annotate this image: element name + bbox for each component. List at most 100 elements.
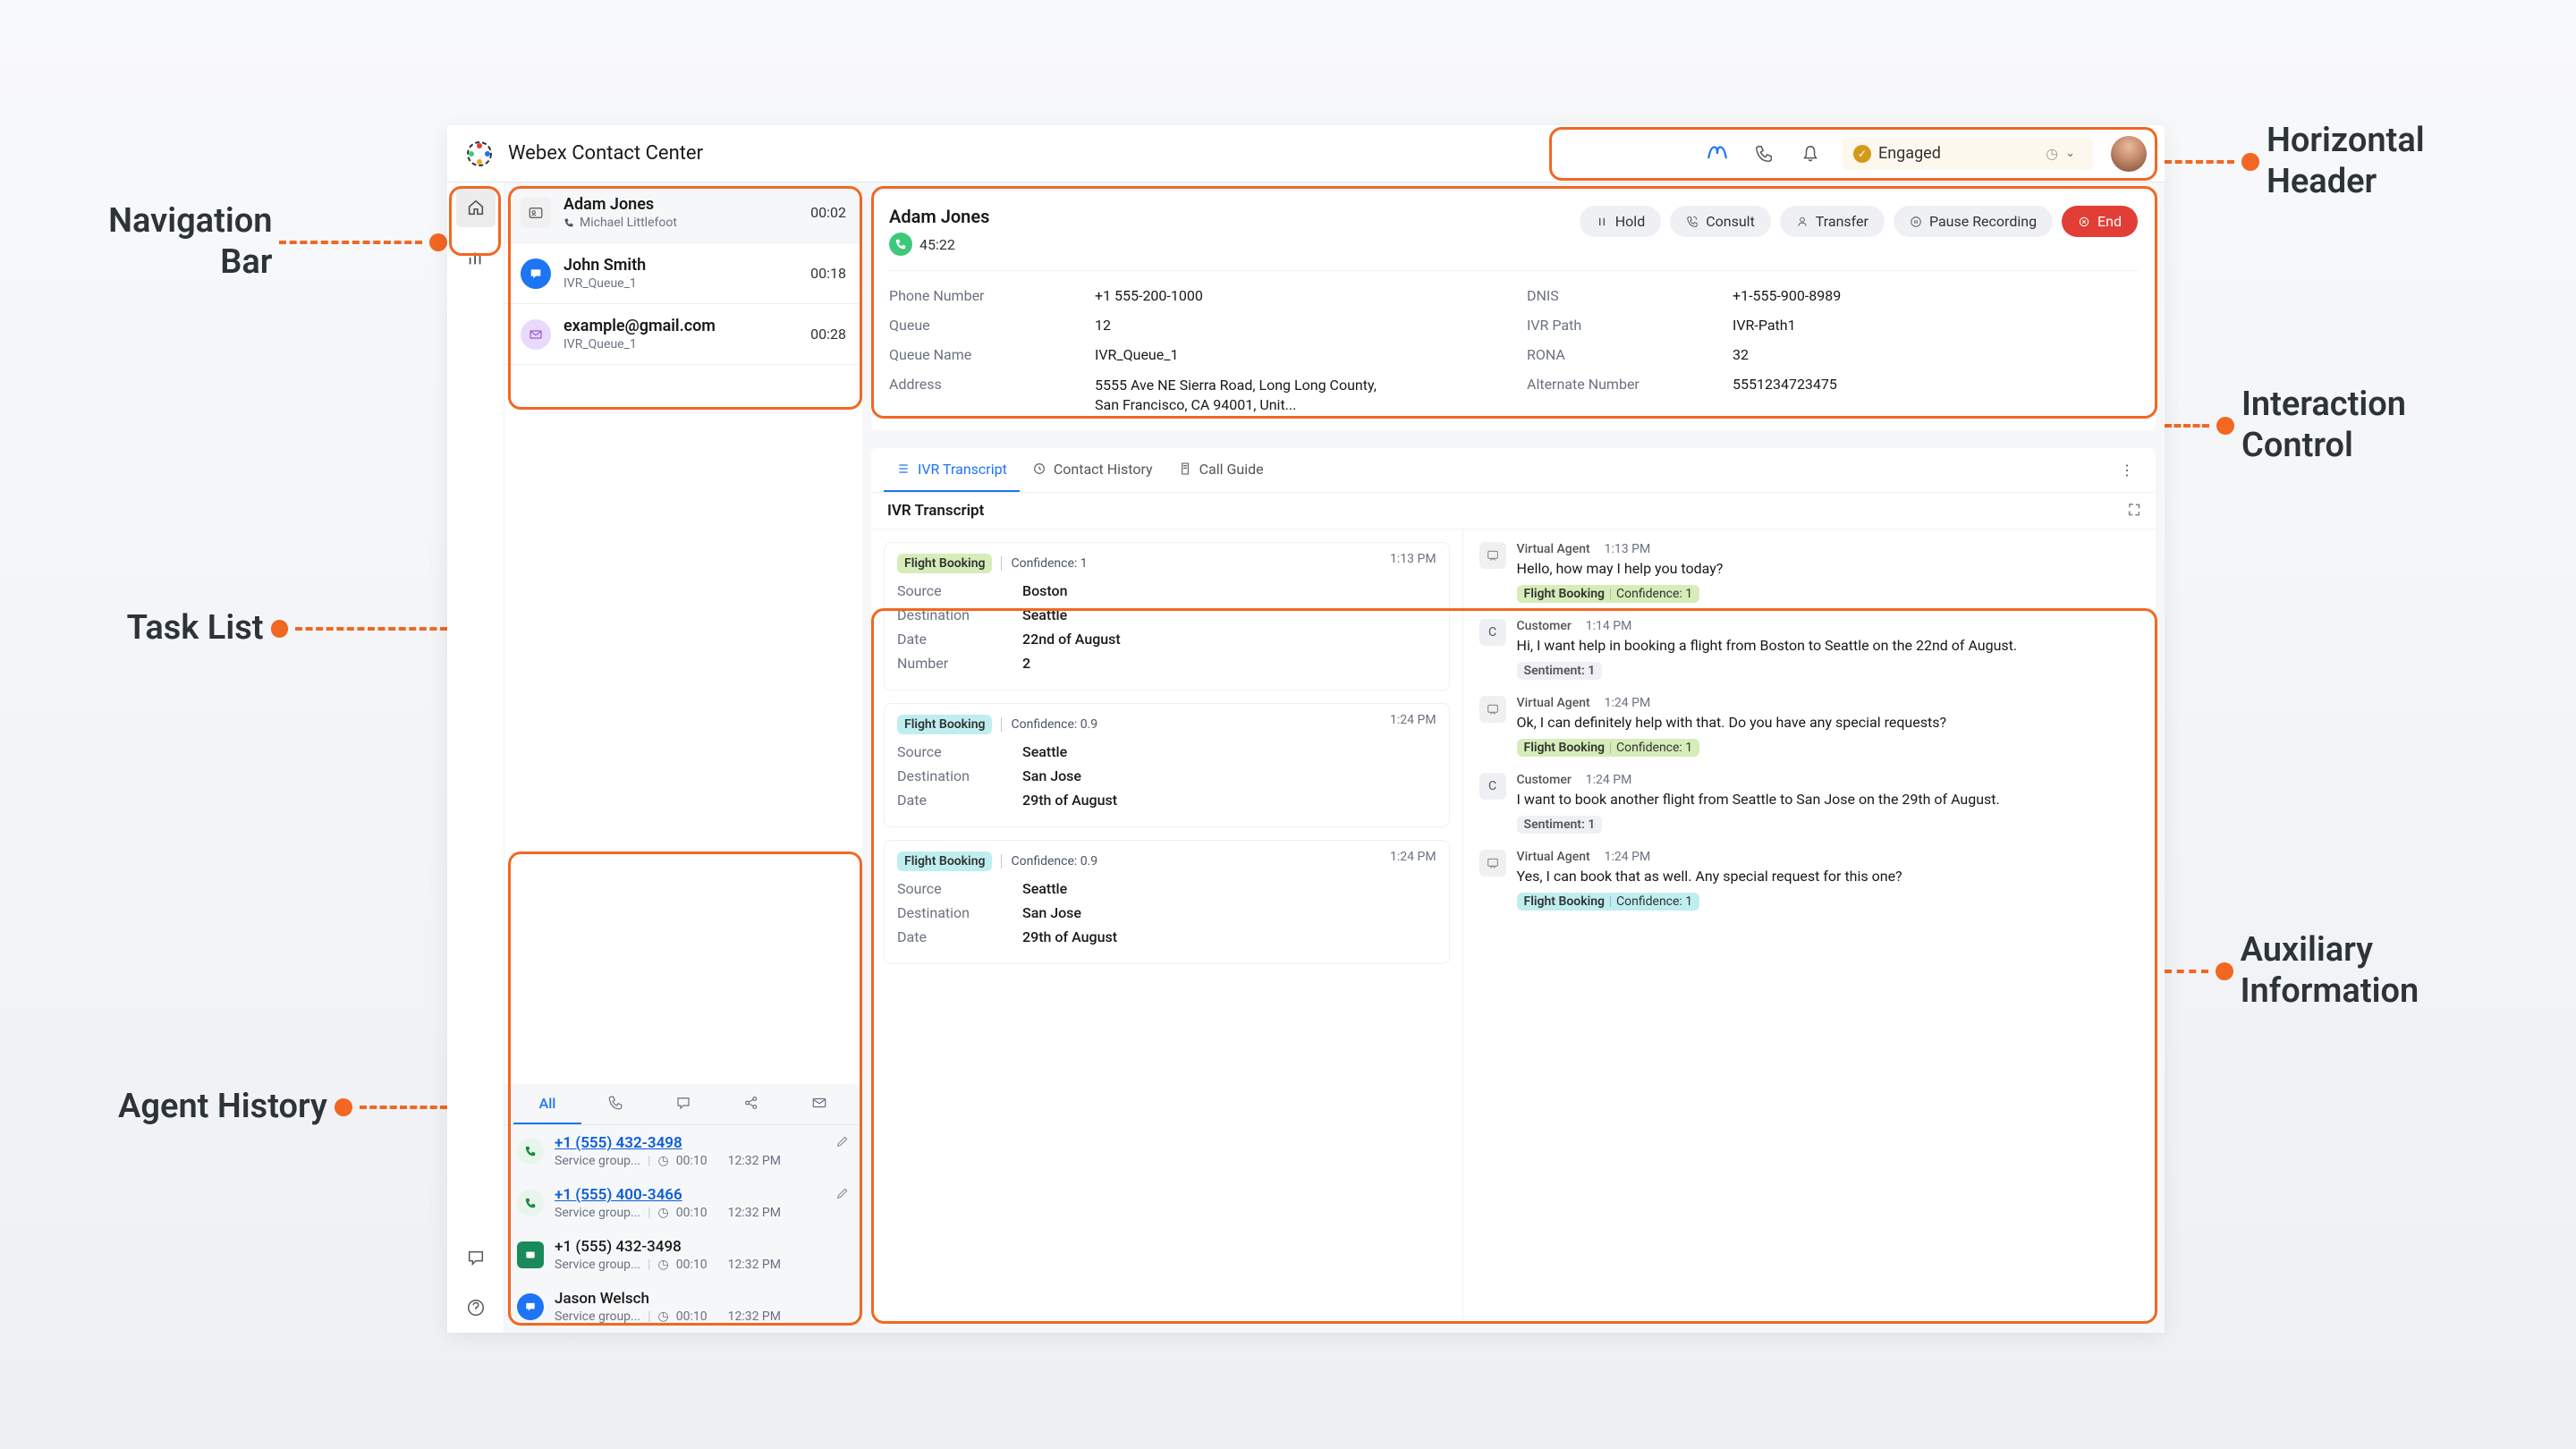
field-label: Address bbox=[889, 376, 1068, 416]
tab-call-guide[interactable]: Call Guide bbox=[1165, 448, 1276, 492]
pause-recording-button[interactable]: Pause Recording bbox=[1894, 206, 2053, 237]
history-time: 12:32 PM bbox=[728, 1206, 781, 1220]
consult-button[interactable]: Consult bbox=[1670, 206, 1771, 237]
field-value: +1 555-200-1000 bbox=[1095, 287, 1500, 304]
annotation-interaction-label: Interaction Control bbox=[2241, 385, 2429, 466]
webex-icon[interactable] bbox=[1703, 140, 1732, 168]
sentiment-pill: Sentiment: 1 bbox=[1517, 816, 1603, 834]
ivr-card-time: 1:24 PM bbox=[1390, 850, 1436, 864]
ivr-card[interactable]: 1:24 PM Flight BookingConfidence: 0.9Sou… bbox=[884, 703, 1450, 827]
history-time: 12:32 PM bbox=[728, 1154, 781, 1168]
expand-icon[interactable]: ⛶ bbox=[2129, 502, 2140, 520]
msg-text: Yes, I can book that as well. Any specia… bbox=[1517, 868, 2140, 885]
kebab-menu-icon[interactable]: ⋮ bbox=[2111, 453, 2143, 487]
kv-value: 29th of August bbox=[1022, 792, 1117, 809]
transfer-button[interactable]: Transfer bbox=[1780, 206, 1885, 237]
conversation-message: CCustomer1:14 PMHi, I want help in booki… bbox=[1479, 619, 2140, 680]
contact-card-icon bbox=[521, 198, 551, 228]
msg-time: 1:24 PM bbox=[1605, 850, 1651, 864]
nav-chat[interactable] bbox=[456, 1238, 496, 1277]
intent-pill: Flight Booking bbox=[897, 554, 992, 573]
task-list-panel: Adam Jones Michael Littlefoot 00:02 John… bbox=[504, 182, 862, 1333]
ivr-card[interactable]: 1:24 PM Flight BookingConfidence: 0.9Sou… bbox=[884, 840, 1450, 964]
task-sub: IVR_Queue_1 bbox=[564, 337, 637, 352]
task-sub: Michael Littlefoot bbox=[580, 216, 677, 230]
virtual-agent-avatar-icon bbox=[1479, 696, 1506, 723]
field-value: +1-555-900-8989 bbox=[1733, 287, 2138, 304]
history-sub: Service group... bbox=[555, 1258, 640, 1272]
virtual-agent-avatar-icon bbox=[1479, 850, 1506, 877]
msg-sender: Customer bbox=[1517, 773, 1572, 787]
nav-help[interactable] bbox=[456, 1288, 496, 1327]
history-sub: Service group... bbox=[555, 1206, 640, 1220]
navigation-bar bbox=[447, 182, 504, 1333]
agent-status-dropdown[interactable]: ✓ Engaged ◷ ⌄ bbox=[1843, 137, 2093, 170]
bell-icon[interactable] bbox=[1796, 140, 1825, 168]
field-value: IVR_Queue_1 bbox=[1095, 346, 1500, 363]
history-tab-social[interactable] bbox=[717, 1084, 785, 1124]
clock-icon: ◷ bbox=[2046, 145, 2058, 162]
task-timer: 00:02 bbox=[810, 204, 846, 221]
intent-pill: Flight Booking bbox=[897, 715, 992, 734]
annotation-history-label: Agent History bbox=[98, 1087, 327, 1128]
sentiment-pill: Sentiment: 1 bbox=[1517, 662, 1603, 680]
msg-text: Hi, I want help in booking a flight from… bbox=[1517, 637, 2140, 654]
kv-value: 22nd of August bbox=[1022, 631, 1121, 648]
msg-text: Hello, how may I help you today? bbox=[1517, 560, 2140, 577]
main-area: Adam Jones 45:22 Hold Consult Transfer P… bbox=[862, 182, 2165, 1333]
msg-time: 1:13 PM bbox=[1605, 542, 1651, 556]
edit-icon[interactable] bbox=[835, 1186, 850, 1200]
task-item-0[interactable]: Adam Jones Michael Littlefoot 00:02 bbox=[504, 182, 862, 243]
tab-contact-history[interactable]: Contact History bbox=[1020, 448, 1165, 492]
hold-button[interactable]: Hold bbox=[1580, 206, 1661, 237]
history-tab-all[interactable]: All bbox=[513, 1084, 581, 1124]
history-sub: Service group... bbox=[555, 1309, 640, 1324]
kv-key: Destination bbox=[897, 606, 996, 623]
edit-icon[interactable] bbox=[835, 1134, 850, 1148]
phone-icon[interactable] bbox=[1750, 140, 1778, 168]
end-button[interactable]: End bbox=[2062, 206, 2138, 237]
nav-analytics[interactable] bbox=[456, 238, 496, 277]
history-tab-phone[interactable] bbox=[581, 1084, 649, 1124]
task-timer: 00:18 bbox=[810, 265, 846, 282]
history-item-title[interactable]: +1 (555) 400-3466 bbox=[555, 1186, 825, 1204]
task-item-2[interactable]: example@gmail.com IVR_Queue_1 00:28 bbox=[504, 304, 862, 365]
task-name: John Smith bbox=[564, 256, 798, 275]
sms-icon bbox=[517, 1241, 544, 1268]
intent-pill: Flight Booking bbox=[897, 852, 992, 871]
chat-icon bbox=[517, 1293, 544, 1320]
history-item[interactable]: Jason WelschService group...|◷00:10 12:3… bbox=[504, 1281, 862, 1333]
intent-pill: Flight BookingConfidence: 1 bbox=[1517, 739, 1700, 757]
clock-icon: ◷ bbox=[658, 1258, 669, 1272]
ivr-card[interactable]: 1:13 PM Flight BookingConfidence: 1Sourc… bbox=[884, 542, 1450, 691]
history-item[interactable]: +1 (555) 432-3498Service group...|◷00:10… bbox=[504, 1229, 862, 1281]
history-time: 12:32 PM bbox=[728, 1258, 781, 1272]
auxiliary-panel: IVR Transcript Contact History Call Guid… bbox=[871, 448, 2156, 1324]
task-item-1[interactable]: John Smith IVR_Queue_1 00:18 bbox=[504, 243, 862, 304]
user-avatar[interactable] bbox=[2111, 136, 2147, 172]
status-text: Engaged bbox=[1878, 144, 2038, 163]
msg-sender: Customer bbox=[1517, 619, 1572, 633]
webex-logo-icon bbox=[465, 140, 494, 168]
kv-key: Destination bbox=[897, 904, 996, 921]
history-dur: 00:10 bbox=[676, 1258, 708, 1272]
annotation-nav-label: Navigation Bar bbox=[94, 201, 272, 283]
field-label: DNIS bbox=[1527, 287, 1706, 304]
history-item-title[interactable]: +1 (555) 432-3498 bbox=[555, 1134, 825, 1152]
field-label: Alternate Number bbox=[1527, 376, 1706, 416]
conversation-message: Virtual Agent1:24 PMOk, I can definitely… bbox=[1479, 696, 2140, 757]
history-item[interactable]: +1 (555) 432-3498Service group...|◷00:10… bbox=[504, 1125, 862, 1177]
kv-key: Date bbox=[897, 928, 996, 945]
task-timer: 00:28 bbox=[810, 326, 846, 343]
history-tab-chat[interactable] bbox=[649, 1084, 717, 1124]
history-tab-email[interactable] bbox=[785, 1084, 853, 1124]
msg-text: Ok, I can definitely help with that. Do … bbox=[1517, 714, 2140, 731]
field-label: Queue bbox=[889, 317, 1068, 334]
history-item[interactable]: +1 (555) 400-3466Service group...|◷00:10… bbox=[504, 1177, 862, 1229]
tab-ivr-transcript[interactable]: IVR Transcript bbox=[884, 448, 1020, 492]
email-icon bbox=[521, 319, 551, 350]
history-time: 12:32 PM bbox=[728, 1309, 781, 1324]
kv-value: 2 bbox=[1022, 655, 1030, 672]
kv-key: Destination bbox=[897, 767, 996, 784]
nav-home[interactable] bbox=[456, 188, 496, 227]
